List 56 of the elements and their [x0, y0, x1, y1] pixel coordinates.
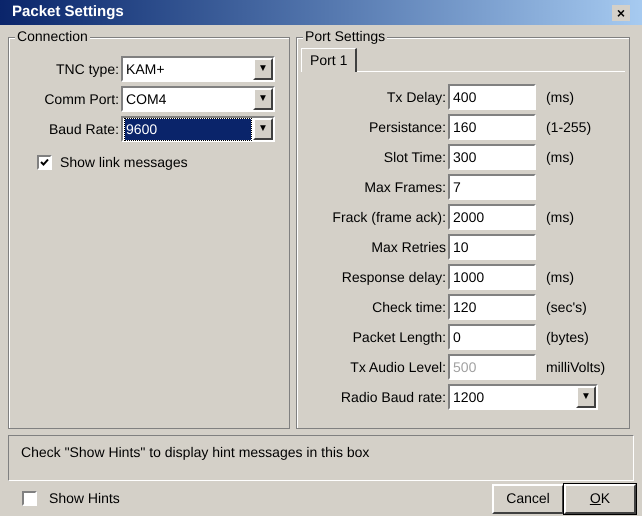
dropdown-button[interactable]: ▼: [576, 386, 596, 408]
field-label: Check time:: [371, 298, 447, 316]
group-title: Port Settings: [303, 29, 388, 43]
checkmark-icon: [40, 158, 49, 167]
combo-value: 1200: [452, 388, 486, 406]
input-field[interactable]: 0: [448, 324, 536, 350]
group-title: Connection: [15, 29, 90, 43]
combo-box[interactable]: COM4 ▼: [121, 86, 275, 112]
field-label: Comm Port:: [43, 90, 120, 108]
tab[interactable]: Port 1: [301, 48, 358, 72]
input-field[interactable]: 10: [448, 234, 536, 260]
input-field[interactable]: 300: [448, 144, 536, 170]
combo-box[interactable]: 9600 ▼: [121, 116, 275, 142]
field-label: Slot Time:: [382, 148, 447, 166]
input-field[interactable]: 160: [448, 114, 536, 140]
field-label: Max Frames:: [363, 178, 447, 196]
dialog-button[interactable]: Cancel: [492, 484, 564, 514]
input-field[interactable]: 400: [448, 84, 536, 110]
combo-value: 9600: [125, 118, 251, 140]
field-label: TNC type:: [54, 60, 120, 79]
close-button[interactable]: ×: [612, 4, 630, 20]
unit-label: (sec's): [545, 298, 587, 317]
field-label: Tx Delay:: [386, 88, 447, 107]
dropdown-button[interactable]: ▼: [253, 118, 273, 140]
field-label: Tx Audio Level:: [349, 358, 447, 376]
checkbox[interactable]: [22, 491, 37, 506]
checkbox-label: Show link messages: [60, 153, 188, 172]
checkbox-label: Show Hints: [49, 489, 120, 508]
input-field[interactable]: 1000: [448, 264, 536, 290]
dialog-button[interactable]: OK: [564, 484, 636, 514]
combo-box[interactable]: 1200 ▼: [448, 384, 598, 410]
unit-label: (bytes): [545, 328, 589, 347]
unit-label: milliVolts): [545, 358, 606, 377]
input-field[interactable]: 120: [448, 294, 536, 320]
combo-box[interactable]: KAM+ ▼: [121, 56, 275, 82]
unit-label: (ms): [545, 268, 574, 287]
field-label: Packet Length:: [352, 328, 447, 347]
unit-label: (ms): [545, 148, 574, 167]
hint-box: Check "Show Hints" to display hint messages in this box: [8, 435, 634, 481]
field-label: Baud Rate:: [48, 120, 120, 138]
combo-value: COM4: [125, 90, 168, 108]
unit-label: (1-255): [545, 118, 592, 137]
combo-value: KAM+: [125, 60, 166, 78]
field-label: Radio Baud rate:: [340, 388, 447, 406]
unit-label: (ms): [545, 88, 574, 107]
window-title: Packet Settings: [12, 2, 124, 22]
input-field[interactable]: 2000: [448, 204, 536, 230]
field-label: Persistance:: [368, 118, 447, 136]
unit-label: (ms): [545, 208, 574, 227]
dropdown-button[interactable]: ▼: [253, 58, 273, 80]
field-label: Response delay:: [340, 268, 447, 287]
input-field[interactable]: 7: [448, 174, 536, 200]
checkbox[interactable]: [37, 155, 52, 170]
field-label: Max Retries: [370, 238, 447, 256]
field-label: Frack (frame ack):: [331, 208, 447, 227]
dropdown-button[interactable]: ▼: [253, 88, 273, 110]
